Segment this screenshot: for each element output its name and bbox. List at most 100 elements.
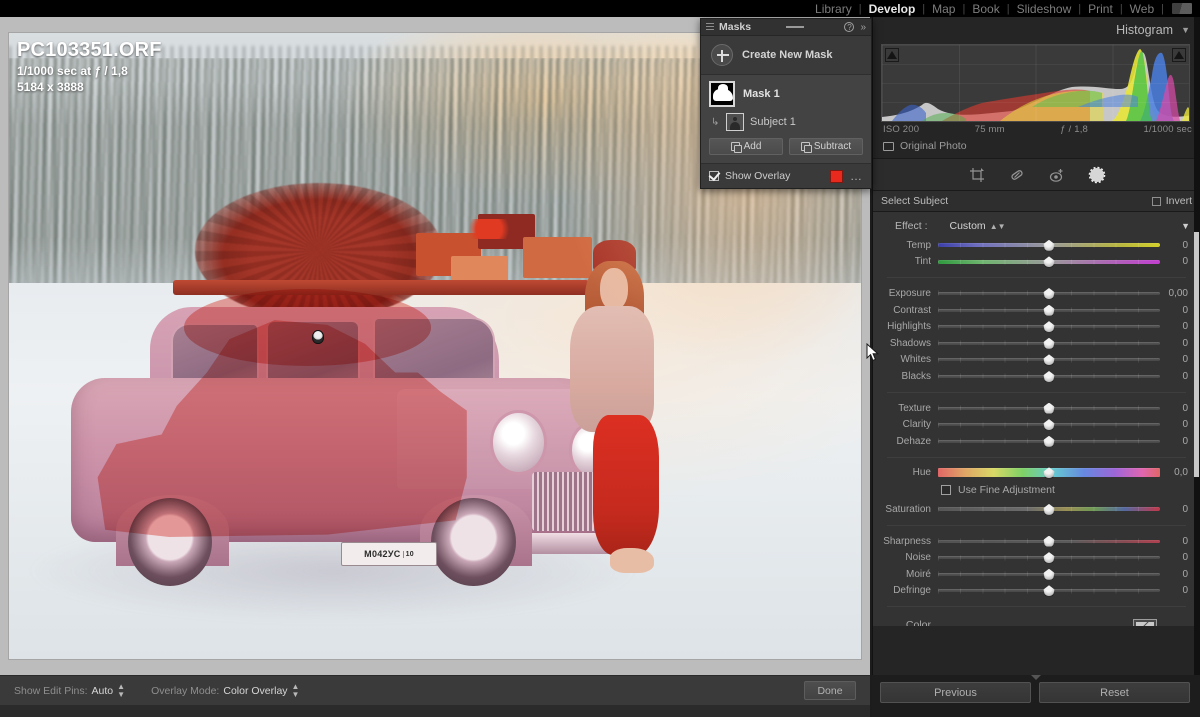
subtract-button[interactable]: Subtract xyxy=(789,138,863,155)
slider-track[interactable] xyxy=(938,467,1160,479)
slider-row-highlights[interactable]: Highlights 0 xyxy=(873,318,1200,335)
slider-track[interactable] xyxy=(938,503,1160,515)
slider-value[interactable]: 0 xyxy=(1160,403,1194,414)
slider-track[interactable] xyxy=(938,287,1160,299)
previous-button[interactable]: Previous xyxy=(880,682,1031,703)
slider-value[interactable]: 0,00 xyxy=(1160,288,1194,299)
chevron-updown-icon[interactable]: ▲▼ xyxy=(990,222,1006,231)
crop-overlay-icon[interactable] xyxy=(968,166,986,184)
slider-track[interactable] xyxy=(938,552,1160,564)
slider-knob[interactable] xyxy=(1043,287,1055,299)
done-button[interactable]: Done xyxy=(804,681,856,700)
slider-value[interactable]: 0 xyxy=(1160,240,1194,251)
slider-value[interactable]: 0 xyxy=(1160,354,1194,365)
module-library[interactable]: Library xyxy=(808,2,859,16)
color-row[interactable]: Color xyxy=(873,614,1200,626)
slider-track[interactable] xyxy=(938,256,1160,268)
masking-icon[interactable] xyxy=(1088,166,1106,184)
slider-value[interactable]: 0 xyxy=(1160,321,1194,332)
module-web[interactable]: Web xyxy=(1123,2,1161,16)
slider-value[interactable]: 0 xyxy=(1160,552,1194,563)
slider-track[interactable] xyxy=(938,304,1160,316)
original-photo-row[interactable]: Original Photo xyxy=(873,135,1200,159)
slider-knob[interactable] xyxy=(1043,370,1055,382)
scrollbar-thumb[interactable] xyxy=(1194,232,1199,477)
slider-knob[interactable] xyxy=(1043,321,1055,333)
slider-track[interactable] xyxy=(938,535,1160,547)
slider-knob[interactable] xyxy=(1043,304,1055,316)
slider-row-defringe[interactable]: Defringe 0 xyxy=(873,583,1200,600)
module-print[interactable]: Print xyxy=(1081,2,1120,16)
slider-knob[interactable] xyxy=(1043,337,1055,349)
slider-knob[interactable] xyxy=(1043,354,1055,366)
slider-knob[interactable] xyxy=(1043,585,1055,597)
highlight-clipping-indicator[interactable] xyxy=(1172,48,1186,62)
histogram-header[interactable]: Histogram ▼ xyxy=(873,17,1200,42)
slider-track[interactable] xyxy=(938,337,1160,349)
slider-row-hue[interactable]: Hue 0,0 xyxy=(873,465,1200,482)
red-eye-correction-icon[interactable] xyxy=(1048,166,1066,184)
slider-value[interactable]: 0 xyxy=(1160,338,1194,349)
chevron-down-icon[interactable]: ▼ xyxy=(1181,25,1190,35)
slider-row-saturation[interactable]: Saturation 0 xyxy=(873,501,1200,518)
submask-list-item[interactable]: ↳ Subject 1 xyxy=(709,113,863,131)
chevron-updown-icon[interactable]: ▲▼ xyxy=(117,682,125,699)
slider-knob[interactable] xyxy=(1043,568,1055,580)
slider-row-shadows[interactable]: Shadows 0 xyxy=(873,335,1200,352)
slider-row-texture[interactable]: Texture 0 xyxy=(873,400,1200,417)
slider-value[interactable]: 0 xyxy=(1160,305,1194,316)
slider-track[interactable] xyxy=(938,568,1160,580)
shadow-clipping-indicator[interactable] xyxy=(885,48,899,62)
panel-drag-handle[interactable] xyxy=(751,26,838,28)
invert-checkbox[interactable] xyxy=(1151,196,1161,206)
slider-value[interactable]: 0,0 xyxy=(1160,467,1194,478)
slider-track[interactable] xyxy=(938,239,1160,251)
slider-row-dehaze[interactable]: Dehaze 0 xyxy=(873,433,1200,450)
slider-knob[interactable] xyxy=(1043,402,1055,414)
slider-track[interactable] xyxy=(938,321,1160,333)
effect-value[interactable]: Custom xyxy=(950,220,986,232)
spot-removal-icon[interactable] xyxy=(1008,166,1026,184)
slider-value[interactable]: 0 xyxy=(1160,504,1194,515)
masks-panel-header[interactable]: Masks ? » xyxy=(701,19,871,36)
slider-row-temp[interactable]: Temp 0 xyxy=(873,237,1200,254)
slider-row-noise[interactable]: Noise 0 xyxy=(873,549,1200,566)
help-icon[interactable]: ? xyxy=(844,22,855,32)
module-book[interactable]: Book xyxy=(965,2,1006,16)
slider-row-contrast[interactable]: Contrast 0 xyxy=(873,302,1200,319)
slider-knob[interactable] xyxy=(1043,419,1055,431)
add-button[interactable]: Add xyxy=(709,138,783,155)
slider-track[interactable] xyxy=(938,419,1160,431)
slider-row-tint[interactable]: Tint 0 xyxy=(873,254,1200,271)
slider-track[interactable] xyxy=(938,585,1160,597)
module-develop[interactable]: Develop xyxy=(862,2,923,16)
slider-track[interactable] xyxy=(938,354,1160,366)
slider-value[interactable]: 0 xyxy=(1160,436,1194,447)
overlay-mode-group[interactable]: Overlay Mode: Color Overlay ▲ ▼ xyxy=(151,682,300,699)
slider-knob[interactable] xyxy=(1043,239,1055,251)
show-overlay-checkbox[interactable] xyxy=(709,171,719,181)
panel-grip-icon[interactable] xyxy=(706,22,714,32)
slider-row-whites[interactable]: Whites 0 xyxy=(873,352,1200,369)
create-new-mask-button[interactable]: Create New Mask xyxy=(701,36,871,75)
use-fine-adjustment-checkbox[interactable] xyxy=(941,485,951,496)
panel-resize-handle-icon[interactable] xyxy=(1031,675,1041,680)
plus-icon[interactable] xyxy=(711,44,733,66)
slider-row-exposure[interactable]: Exposure 0,00 xyxy=(873,285,1200,302)
right-panel-scrollbar[interactable] xyxy=(1194,17,1200,675)
slider-knob[interactable] xyxy=(1043,552,1055,564)
slider-knob[interactable] xyxy=(1043,535,1055,547)
effect-row[interactable]: Effect : Custom ▲▼ ▼ xyxy=(873,218,1200,237)
show-edit-pins-value[interactable]: Auto xyxy=(92,685,114,697)
module-map[interactable]: Map xyxy=(925,2,962,16)
slider-value[interactable]: 0 xyxy=(1160,371,1194,382)
chevron-updown-icon[interactable]: ▲▼ xyxy=(292,682,300,699)
overlay-options-icon[interactable]: … xyxy=(850,169,863,183)
reset-button[interactable]: Reset xyxy=(1039,682,1190,703)
color-swatch-picker[interactable] xyxy=(1133,619,1157,626)
slider-value[interactable]: 0 xyxy=(1160,256,1194,267)
histogram-chart[interactable] xyxy=(881,44,1190,122)
slider-knob[interactable] xyxy=(1043,435,1055,447)
slider-value[interactable]: 0 xyxy=(1160,585,1194,596)
show-overlay-row[interactable]: Show Overlay … xyxy=(701,163,871,188)
